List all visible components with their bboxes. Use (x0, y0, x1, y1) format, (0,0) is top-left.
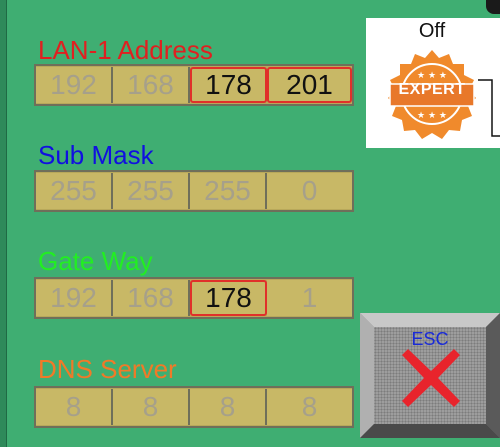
lan1-address-label: LAN-1 Address (38, 35, 213, 65)
dns-server-field: 8 8 8 8 (34, 386, 354, 428)
svg-text:★ ★ ★: ★ ★ ★ (417, 71, 447, 81)
dns-server-label: DNS Server (38, 354, 177, 384)
dns-octet-4[interactable]: 8 (267, 389, 352, 425)
lan1-octet-2[interactable]: 168 (113, 67, 190, 103)
left-edge-bar (0, 0, 7, 447)
gateway-label: Gate Way (38, 246, 153, 276)
subnet-mask-field: 255 255 255 0 (34, 170, 354, 212)
connector-line (478, 79, 500, 137)
lan1-octet-4[interactable]: 201 (267, 67, 352, 103)
lan1-address-field: 192 168 178 201 (34, 64, 354, 106)
dns-octet-2[interactable]: 8 (113, 389, 190, 425)
gateway-octet-2[interactable]: 168 (113, 280, 190, 316)
esc-button[interactable]: ESC (360, 313, 500, 438)
subnet-octet-3[interactable]: 255 (190, 173, 267, 209)
subnet-octet-2[interactable]: 255 (113, 173, 190, 209)
lan1-octet-3[interactable]: 178 (190, 67, 267, 103)
network-settings-screen: LAN-1 Address 192 168 178 201 Sub Mask 2… (0, 0, 500, 447)
subnet-mask-label: Sub Mask (38, 140, 154, 170)
lan1-octet-1[interactable]: 192 (36, 67, 113, 103)
close-x-icon (402, 349, 460, 407)
gateway-octet-4[interactable]: 1 (267, 280, 352, 316)
gateway-octet-1[interactable]: 192 (36, 280, 113, 316)
gateway-octet-3[interactable]: 178 (190, 280, 267, 316)
svg-text:★ ★ ★: ★ ★ ★ (417, 111, 447, 121)
dns-octet-1[interactable]: 8 (36, 389, 113, 425)
esc-button-face: ESC (374, 327, 486, 424)
expert-badge-text: EXPERT (398, 81, 466, 98)
gateway-field: 192 168 178 1 (34, 277, 354, 319)
dns-octet-3[interactable]: 8 (190, 389, 267, 425)
subnet-octet-1[interactable]: 255 (36, 173, 113, 209)
subnet-octet-4[interactable]: 0 (267, 173, 352, 209)
corner-close-icon[interactable] (486, 0, 500, 14)
